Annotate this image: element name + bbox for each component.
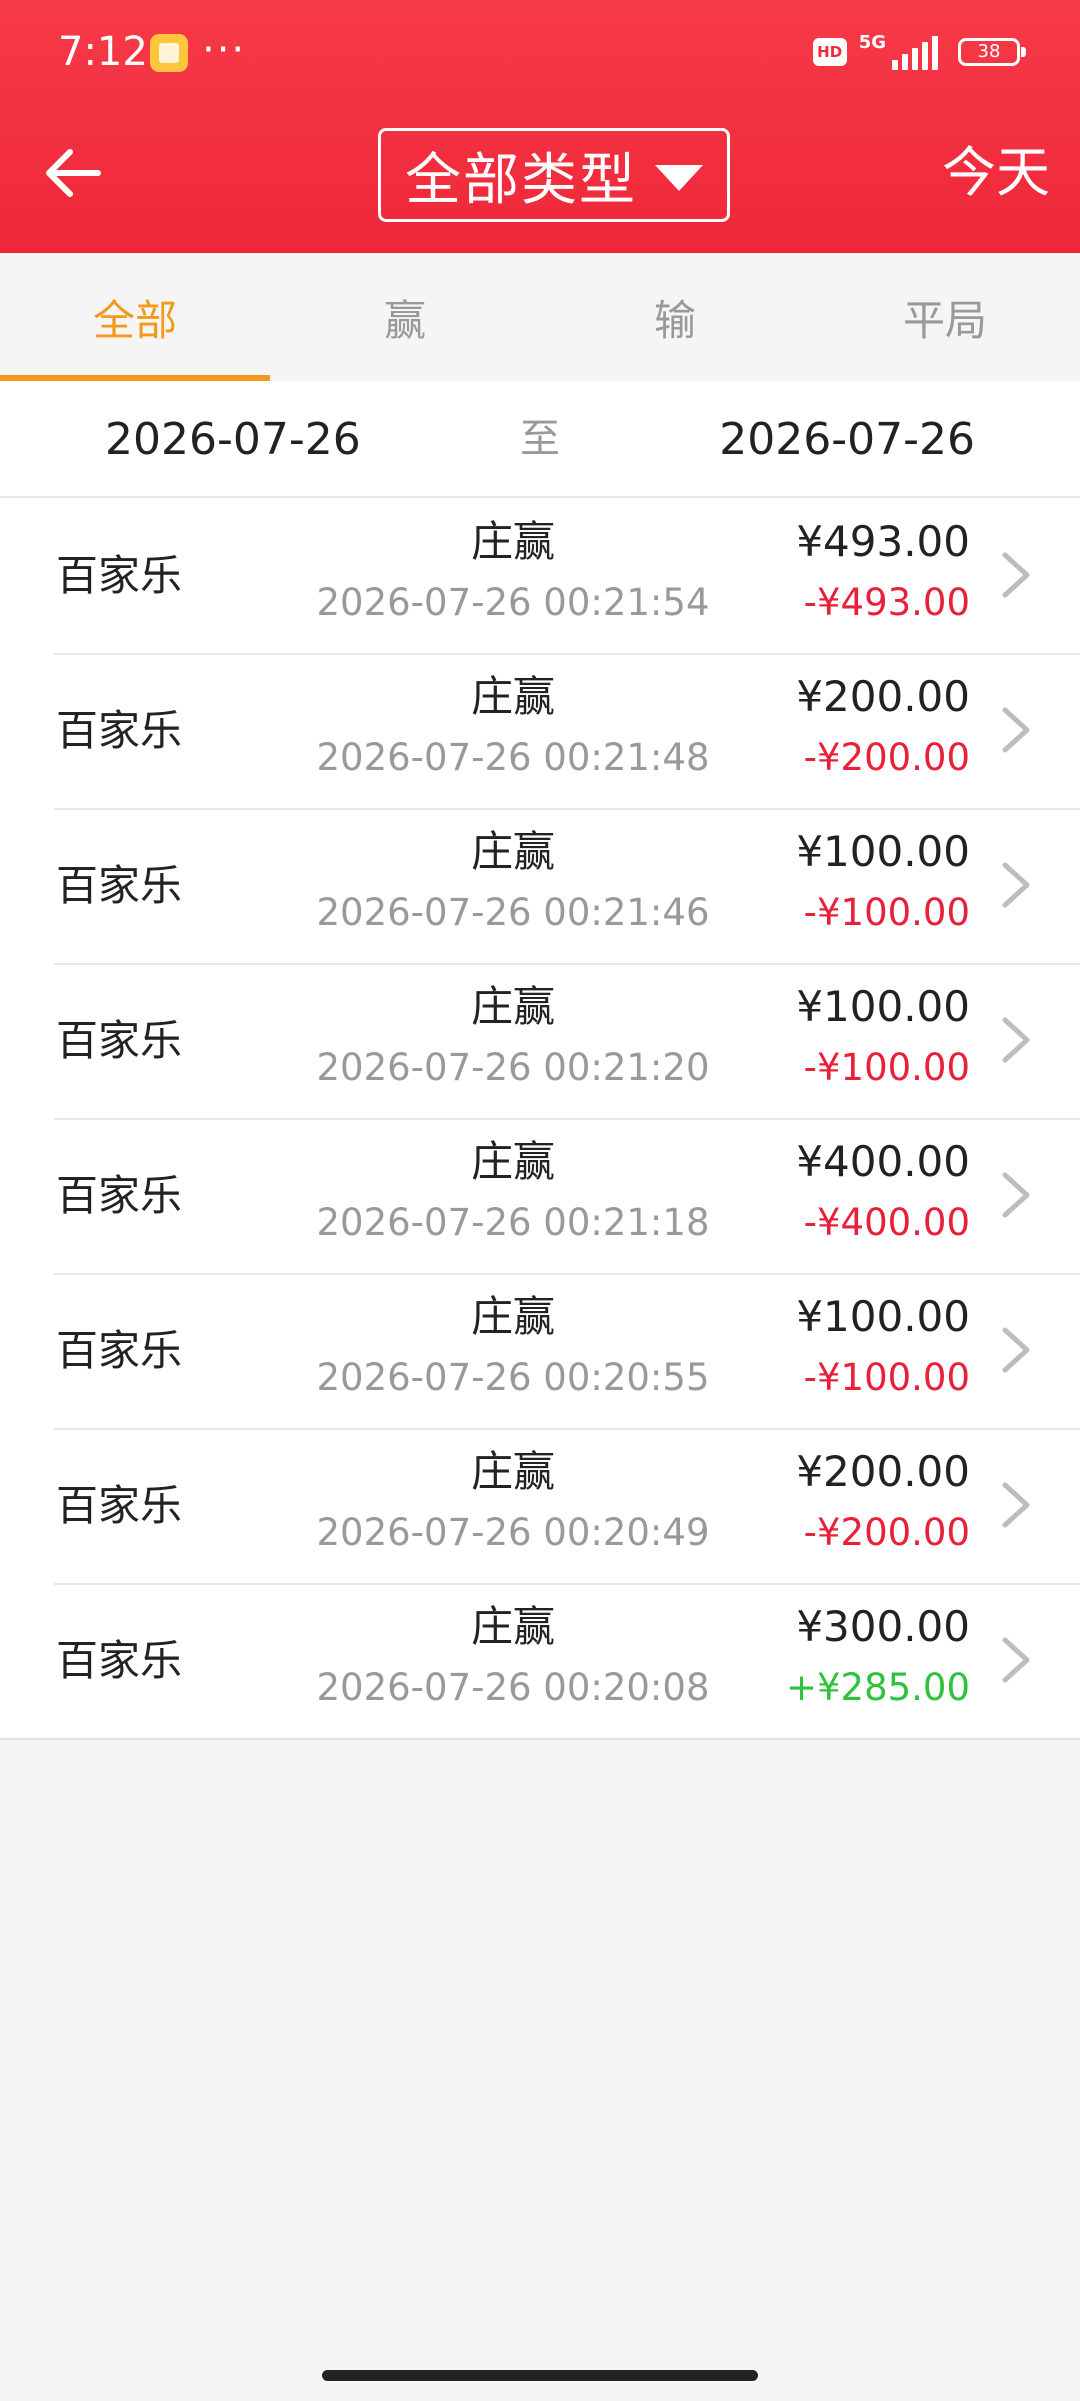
profit-amount: +¥285.00 — [785, 1666, 970, 1709]
tab-lose[interactable]: 输 — [540, 253, 810, 381]
start-date[interactable]: 2026-07-26 — [105, 381, 361, 498]
type-filter-label: 全部类型 — [405, 147, 637, 213]
today-button[interactable]: 今天 — [942, 138, 1050, 208]
network-type-label: 5G — [858, 32, 886, 53]
profit-amount: -¥200.00 — [803, 1511, 970, 1554]
round-result: 庄赢 — [470, 517, 555, 566]
bet-amount: ¥200.00 — [796, 1447, 970, 1496]
tab-draw[interactable]: 平局 — [810, 253, 1080, 381]
type-filter-dropdown[interactable]: 全部类型 — [378, 128, 730, 222]
table-row[interactable]: 百家乐 庄赢 2026-07-26 00:21:20 ¥100.00 -¥100… — [0, 963, 1080, 1118]
status-time: 7:12 — [58, 29, 148, 75]
end-date[interactable]: 2026-07-26 — [719, 381, 975, 498]
game-name: 百家乐 — [56, 1016, 183, 1065]
date-separator: 至 — [520, 416, 560, 462]
bet-amount: ¥400.00 — [796, 1137, 970, 1186]
bet-time: 2026-07-26 00:20:55 — [316, 1356, 710, 1399]
chevron-right-icon — [1002, 1637, 1030, 1683]
status-indicators: HD 5G 38 — [812, 30, 1026, 74]
game-name: 百家乐 — [56, 1171, 183, 1220]
chevron-right-icon — [1002, 1172, 1030, 1218]
notification-app-icon — [150, 34, 188, 72]
profit-amount: -¥100.00 — [803, 1356, 970, 1399]
bet-time: 2026-07-26 00:20:08 — [316, 1666, 710, 1709]
game-name: 百家乐 — [56, 1481, 183, 1530]
round-result: 庄赢 — [470, 1447, 555, 1496]
bet-amount: ¥493.00 — [796, 517, 970, 566]
tab-all[interactable]: 全部 — [0, 253, 270, 381]
status-bar: 7:12 ··· HD 5G 38 — [0, 0, 1080, 100]
game-name: 百家乐 — [56, 861, 183, 910]
arrow-left-icon[interactable] — [40, 140, 106, 206]
table-row[interactable]: 百家乐 庄赢 2026-07-26 00:20:55 ¥100.00 -¥100… — [0, 1273, 1080, 1428]
chevron-right-icon — [1002, 1327, 1030, 1373]
bet-time: 2026-07-26 00:20:49 — [316, 1511, 710, 1554]
round-result: 庄赢 — [470, 672, 555, 721]
bet-time: 2026-07-26 00:21:20 — [316, 1046, 710, 1089]
bet-amount: ¥300.00 — [796, 1602, 970, 1651]
bet-time: 2026-07-26 00:21:18 — [316, 1201, 710, 1244]
home-indicator[interactable] — [322, 2370, 758, 2381]
bet-amount: ¥100.00 — [796, 1292, 970, 1341]
profit-amount: -¥400.00 — [803, 1201, 970, 1244]
game-name: 百家乐 — [56, 706, 183, 755]
chevron-right-icon — [1002, 862, 1030, 908]
round-result: 庄赢 — [470, 1292, 555, 1341]
table-row[interactable]: 百家乐 庄赢 2026-07-26 00:21:54 ¥493.00 -¥493… — [0, 498, 1080, 653]
profit-amount: -¥200.00 — [803, 736, 970, 779]
tab-win[interactable]: 赢 — [270, 253, 540, 381]
app-header: 7:12 ··· HD 5G 38 全部类型 今天 — [0, 0, 1080, 253]
bet-amount: ¥100.00 — [796, 827, 970, 876]
caret-down-icon — [655, 165, 703, 191]
table-row[interactable]: 百家乐 庄赢 2026-07-26 00:21:46 ¥100.00 -¥100… — [0, 808, 1080, 963]
battery-icon: 38 — [958, 38, 1026, 66]
chevron-right-icon — [1002, 1482, 1030, 1528]
bet-amount: ¥200.00 — [796, 672, 970, 721]
profit-amount: -¥493.00 — [803, 581, 970, 624]
chevron-right-icon — [1002, 552, 1030, 598]
result-tabs: 全部 赢 输 平局 — [0, 253, 1080, 381]
bet-time: 2026-07-26 00:21:46 — [316, 891, 710, 934]
bet-time: 2026-07-26 00:21:54 — [316, 581, 710, 624]
game-name: 百家乐 — [56, 551, 183, 600]
table-row[interactable]: 百家乐 庄赢 2026-07-26 00:20:08 ¥300.00 +¥285… — [0, 1583, 1080, 1738]
bet-amount: ¥100.00 — [796, 982, 970, 1031]
profit-amount: -¥100.00 — [803, 1046, 970, 1089]
hd-icon: HD — [812, 38, 847, 66]
bet-time: 2026-07-26 00:21:48 — [316, 736, 710, 779]
round-result: 庄赢 — [470, 1602, 555, 1651]
game-name: 百家乐 — [56, 1636, 183, 1685]
table-row[interactable]: 百家乐 庄赢 2026-07-26 00:21:48 ¥200.00 -¥200… — [0, 653, 1080, 808]
date-range: 2026-07-26 至 2026-07-26 — [0, 381, 1080, 498]
more-notifications-icon: ··· — [202, 27, 247, 73]
chevron-right-icon — [1002, 707, 1030, 753]
record-list: 百家乐 庄赢 2026-07-26 00:21:54 ¥493.00 -¥493… — [0, 498, 1080, 1740]
profit-amount: -¥100.00 — [803, 891, 970, 934]
signal-icon: 5G — [859, 34, 938, 70]
round-result: 庄赢 — [470, 827, 555, 876]
round-result: 庄赢 — [470, 982, 555, 1031]
table-row[interactable]: 百家乐 庄赢 2026-07-26 00:20:49 ¥200.00 -¥200… — [0, 1428, 1080, 1583]
round-result: 庄赢 — [470, 1137, 555, 1186]
game-name: 百家乐 — [56, 1326, 183, 1375]
table-row[interactable]: 百家乐 庄赢 2026-07-26 00:21:18 ¥400.00 -¥400… — [0, 1118, 1080, 1273]
chevron-right-icon — [1002, 1017, 1030, 1063]
